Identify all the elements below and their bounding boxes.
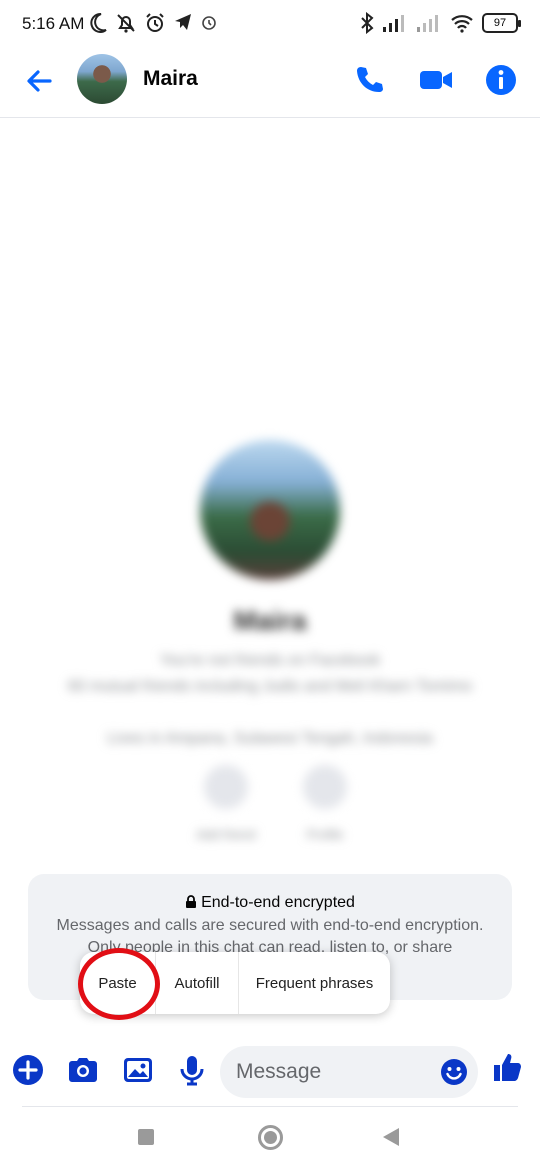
profile-icon	[303, 765, 347, 809]
bluetooth-icon	[361, 12, 374, 34]
add-friend-action[interactable]: Add friend	[196, 765, 256, 842]
contact-profile-summary: Maira You're not friends on Facebook 60 …	[0, 440, 540, 860]
telegram-icon	[175, 14, 191, 30]
profile-action[interactable]: Profile	[295, 765, 355, 842]
status-left-icons	[88, 12, 218, 34]
autofill-menu-item[interactable]: Autofill	[156, 952, 239, 1014]
status-right-icons: 97	[360, 12, 521, 34]
home-button[interactable]	[258, 1125, 283, 1150]
profile-name: Maira	[233, 605, 307, 636]
message-placeholder: Message	[236, 1060, 322, 1083]
wifi-icon	[451, 15, 473, 33]
gallery-icon[interactable]	[121, 1053, 155, 1087]
profile-location: Lives in Ampana, Sulawesi Tengah, Indone…	[107, 730, 433, 747]
emoji-icon[interactable]	[440, 1058, 468, 1086]
frequent-phrases-menu-item[interactable]: Frequent phrases	[239, 952, 390, 1014]
system-navigation-bar	[0, 1112, 540, 1170]
alarm-icon	[146, 13, 164, 32]
highlight-circle	[78, 948, 160, 1020]
composer-divider	[22, 1106, 518, 1107]
back-arrow-icon[interactable]	[22, 64, 56, 98]
profile-mutual-friends: 60 mutual friends including Judis and Me…	[67, 678, 473, 695]
microphone-icon[interactable]	[175, 1053, 209, 1087]
profile-friend-status: You're not friends on Facebook	[159, 652, 381, 669]
add-friend-icon	[204, 765, 248, 809]
battery-indicator: 97	[482, 13, 521, 33]
chat-header: Maira	[0, 50, 540, 118]
plus-circle-icon[interactable]	[11, 1053, 45, 1087]
profile-avatar	[200, 440, 340, 580]
message-input[interactable]: Message	[220, 1046, 478, 1098]
muted-bell-icon	[117, 14, 135, 33]
thumbs-up-icon[interactable]	[490, 1050, 524, 1084]
phone-call-icon[interactable]	[352, 62, 388, 98]
contact-avatar[interactable]	[77, 54, 127, 104]
camera-icon[interactable]	[66, 1053, 100, 1087]
video-call-icon[interactable]	[418, 62, 454, 98]
status-bar: 5:16 AM 97	[0, 0, 540, 50]
profile-label: Profile	[306, 827, 344, 842]
message-composer: Message	[0, 1040, 540, 1106]
system-back-button[interactable]	[383, 1128, 399, 1146]
signal-2-icon	[417, 15, 438, 32]
signal-icon	[383, 15, 404, 32]
add-friend-label: Add friend	[196, 827, 256, 842]
recent-apps-button[interactable]	[138, 1129, 154, 1145]
encryption-description: Messages and calls are secured with end-…	[56, 917, 484, 934]
lock-icon	[186, 895, 197, 908]
info-icon[interactable]	[483, 62, 519, 98]
alarm-small-icon	[202, 16, 216, 30]
status-time: 5:16 AM	[22, 14, 85, 33]
contact-name[interactable]: Maira	[143, 67, 198, 91]
encryption-title: End-to-end encrypted	[28, 894, 512, 912]
encryption-title-text: End-to-end encrypted	[201, 894, 355, 911]
moon-icon	[90, 12, 107, 33]
